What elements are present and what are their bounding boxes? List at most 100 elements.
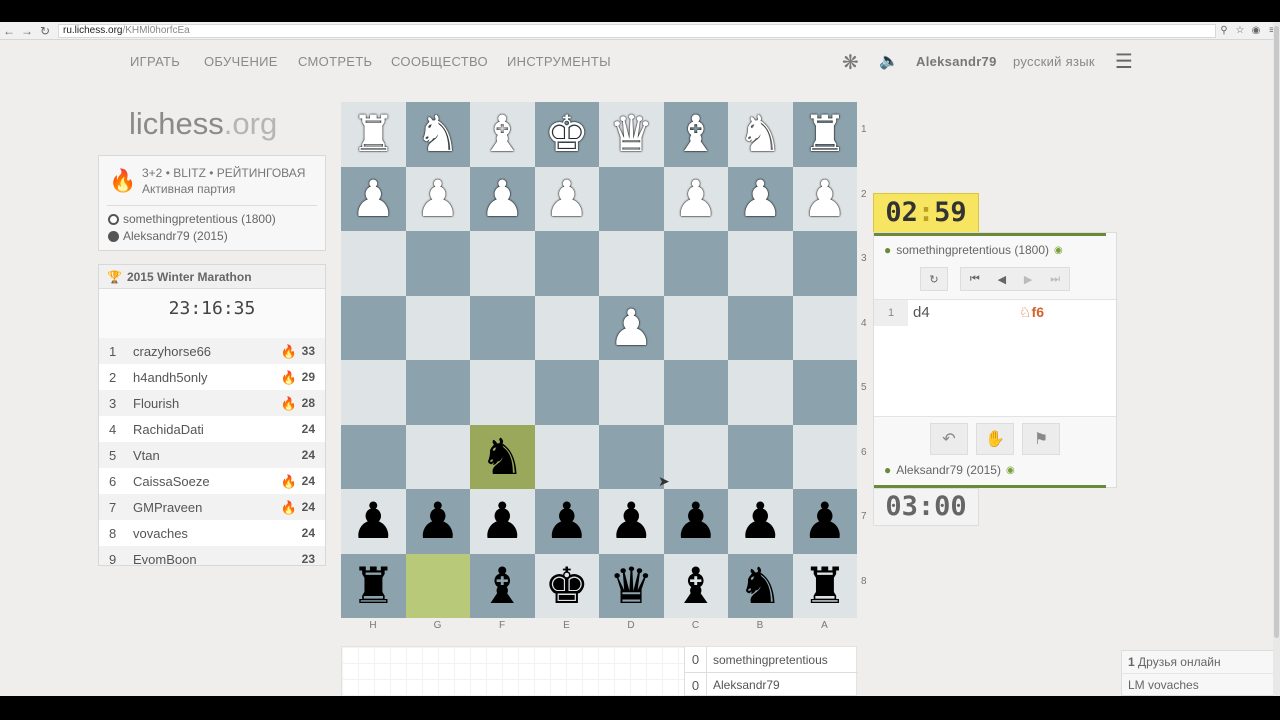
tournament-row[interactable]: 4 RachidaDati 24: [99, 416, 325, 442]
board-square[interactable]: ♛: [599, 102, 664, 167]
board-square[interactable]: [470, 360, 535, 425]
black-king-icon[interactable]: ♚: [544, 561, 589, 611]
black-bishop-icon[interactable]: ♝: [480, 561, 525, 611]
black-pawn-icon[interactable]: ♟: [802, 496, 847, 546]
crosstable-row[interactable]: 0 Aleksandr79: [684, 672, 858, 696]
board-square[interactable]: ♞: [728, 102, 793, 167]
language-selector[interactable]: русский язык: [1013, 54, 1095, 69]
nav-community[interactable]: СООБЩЕСТВО: [391, 54, 488, 69]
offer-draw-button[interactable]: ✋: [976, 423, 1014, 455]
chess-board[interactable]: ♜ ♞ ♝ ♚ ♛ ♝ ♞ ♜ ♟ ♟ ♟ ♟ ♟ ♟ ♟ ♟ ♞ ♟ ♟ ♟ ♟ ♟ ♟ ♟ ♟ ♜ ♝ ♚ ♛ ♝ ♞ ♜: [341, 102, 857, 618]
white-pawn-icon[interactable]: ♟: [738, 174, 783, 224]
board-square[interactable]: [663, 424, 728, 489]
board-square[interactable]: ♟: [663, 166, 728, 231]
board-square[interactable]: [728, 360, 793, 425]
first-move-icon[interactable]: ⏮: [970, 273, 980, 286]
board-square[interactable]: [599, 360, 664, 425]
black-player[interactable]: Aleksandr79 (2015): [108, 229, 228, 243]
white-pawn-icon[interactable]: ♟: [609, 303, 654, 353]
nav-learn[interactable]: ОБУЧЕНИЕ: [204, 54, 278, 69]
board-square[interactable]: ♜: [792, 102, 857, 167]
board-square[interactable]: ♟: [599, 295, 664, 360]
board-square[interactable]: [405, 231, 470, 296]
back-arrow-icon[interactable]: ←: [0, 24, 18, 38]
black-pawn-icon[interactable]: ♟: [544, 496, 589, 546]
board-square[interactable]: ♝: [663, 553, 728, 618]
white-rook-icon[interactable]: ♜: [351, 109, 396, 159]
board-square[interactable]: ♟: [792, 166, 857, 231]
friend-item[interactable]: LM vovaches: [1122, 674, 1274, 696]
black-knight-icon[interactable]: ♞: [480, 432, 525, 482]
extension-icon[interactable]: ◉: [1248, 25, 1264, 36]
last-move-icon[interactable]: ⏭: [1050, 273, 1060, 286]
nav-play[interactable]: ИГРАТЬ: [130, 54, 180, 69]
board-square[interactable]: [599, 231, 664, 296]
black-queen-icon[interactable]: ♛: [609, 561, 654, 611]
tournament-row[interactable]: 9 EvomBoon 23: [99, 546, 325, 565]
username-link[interactable]: Aleksandr79: [916, 54, 997, 69]
black-pawn-icon[interactable]: ♟: [351, 496, 396, 546]
tournament-row[interactable]: 8 vovaches 24: [99, 520, 325, 546]
board-square[interactable]: ♟: [728, 489, 793, 554]
bottom-player[interactable]: ● Aleksandr79 (2015) ◉: [884, 463, 1015, 477]
scrollbar-thumb[interactable]: [1274, 26, 1279, 638]
board-square[interactable]: [534, 295, 599, 360]
address-bar[interactable]: ru.lichess.org /KHMl0horfcEa: [58, 23, 1216, 38]
board-square[interactable]: ♞: [405, 102, 470, 167]
palette-icon[interactable]: ❋: [842, 50, 859, 75]
board-square[interactable]: [534, 360, 599, 425]
board-square[interactable]: [599, 424, 664, 489]
top-player[interactable]: ● somethingpretentious (1800) ◉: [884, 243, 1063, 257]
tournament-row[interactable]: 6 CaissaSoeze 🔥 24: [99, 468, 325, 494]
board-square[interactable]: [599, 166, 664, 231]
board-square[interactable]: ♚: [534, 102, 599, 167]
black-pawn-icon[interactable]: ♟: [480, 496, 525, 546]
white-pawn-icon[interactable]: ♟: [351, 174, 396, 224]
white-player[interactable]: somethingpretentious (1800): [108, 212, 276, 226]
takeback-button[interactable]: ↶: [930, 423, 968, 455]
resign-button[interactable]: ⚑: [1022, 423, 1060, 455]
board-square[interactable]: ♟: [341, 489, 406, 554]
board-square[interactable]: [728, 231, 793, 296]
zoom-icon[interactable]: ⚲: [1216, 25, 1232, 36]
white-pawn-icon[interactable]: ♟: [544, 174, 589, 224]
board-square[interactable]: [405, 424, 470, 489]
nav-tools[interactable]: ИНСТРУМЕНТЫ: [507, 54, 611, 69]
board-square[interactable]: [341, 424, 406, 489]
board-square[interactable]: ♞: [470, 424, 535, 489]
white-move[interactable]: d4: [913, 304, 930, 321]
board-square[interactable]: ♞: [728, 553, 793, 618]
tournament-row[interactable]: 1 crazyhorse66 🔥 33: [99, 338, 325, 364]
board-square[interactable]: [663, 295, 728, 360]
board-square[interactable]: [405, 295, 470, 360]
board-square[interactable]: [405, 360, 470, 425]
white-knight-icon[interactable]: ♞: [415, 109, 460, 159]
prev-move-icon[interactable]: ◀: [998, 273, 1006, 286]
tournament-header[interactable]: 🏆 2015 Winter Marathon: [99, 265, 325, 289]
board-square[interactable]: ♚: [534, 553, 599, 618]
white-bishop-icon[interactable]: ♝: [480, 109, 525, 159]
white-rook-icon[interactable]: ♜: [802, 109, 847, 159]
white-bishop-icon[interactable]: ♝: [673, 109, 718, 159]
white-pawn-icon[interactable]: ♟: [802, 174, 847, 224]
board-square[interactable]: [792, 231, 857, 296]
board-square[interactable]: [792, 424, 857, 489]
board-square[interactable]: ♜: [341, 553, 406, 618]
white-queen-icon[interactable]: ♛: [609, 109, 654, 159]
board-square[interactable]: [405, 553, 470, 618]
black-pawn-icon[interactable]: ♟: [738, 496, 783, 546]
flip-board-button[interactable]: ↻: [920, 267, 948, 291]
friends-box[interactable]: 1 Друзья онлайн LM vovaches: [1121, 650, 1275, 696]
black-rook-icon[interactable]: ♜: [802, 561, 847, 611]
tournament-row[interactable]: 5 Vtan 24: [99, 442, 325, 468]
board-square[interactable]: ♟: [470, 489, 535, 554]
board-square[interactable]: ♛: [599, 553, 664, 618]
board-square[interactable]: ♜: [792, 553, 857, 618]
friends-online[interactable]: 1 Друзья онлайн: [1122, 651, 1274, 674]
board-square[interactable]: ♟: [728, 166, 793, 231]
board-square[interactable]: ♟: [534, 166, 599, 231]
board-square[interactable]: ♟: [470, 166, 535, 231]
board-square[interactable]: ♟: [341, 166, 406, 231]
white-pawn-icon[interactable]: ♟: [673, 174, 718, 224]
reload-icon[interactable]: ↻: [36, 24, 54, 38]
